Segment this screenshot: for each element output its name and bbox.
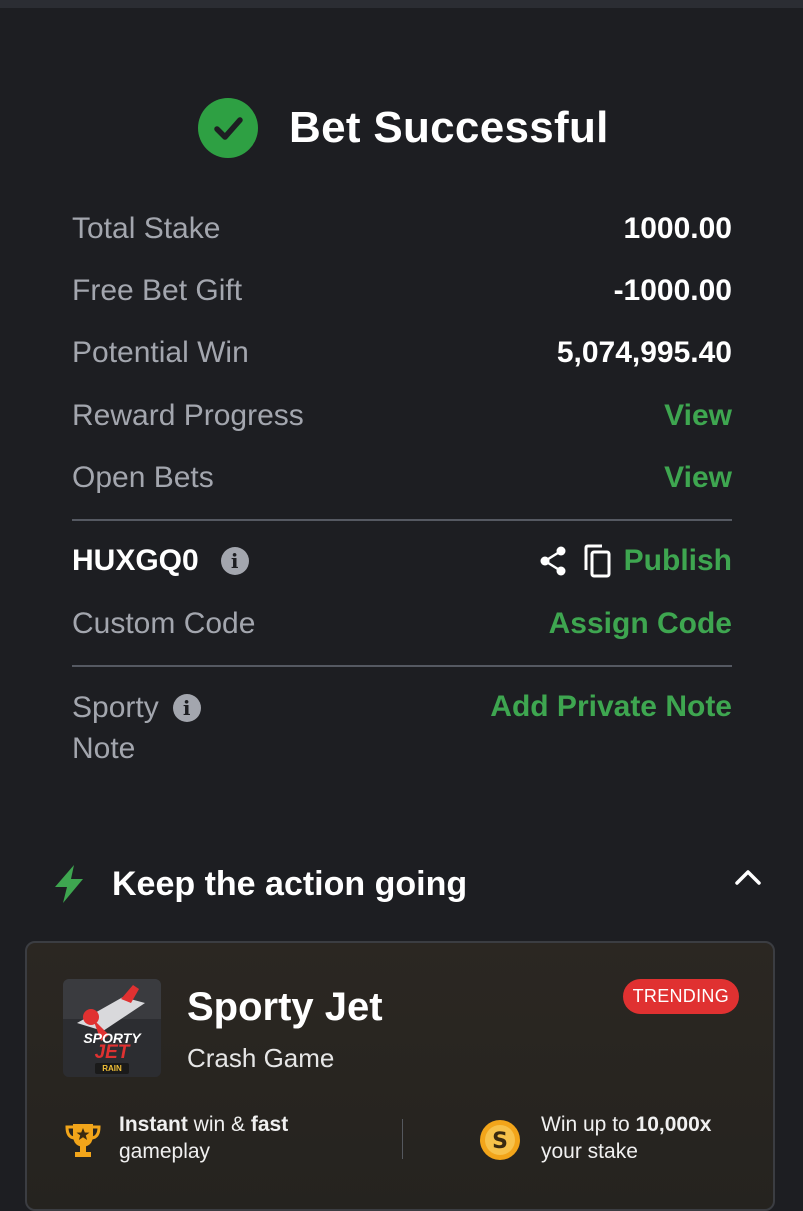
free-bet-row: Free Bet Gift -1000.00 [72, 271, 732, 311]
reward-progress-label: Reward Progress [72, 399, 304, 432]
sporty-note-label-line1: Sporty [72, 691, 159, 724]
total-stake-label: Total Stake [72, 212, 221, 245]
section-title: Keep the action going [112, 864, 468, 903]
publish-button[interactable]: Publish [624, 544, 732, 578]
feature2-text1: Win up to [541, 1113, 636, 1136]
game-name: Sporty Jet [187, 985, 383, 1029]
booking-code-row: HUXGQ0 i Publish [72, 541, 732, 581]
free-bet-label: Free Bet Gift [72, 274, 243, 307]
bet-success-header: Bet Successful [198, 98, 609, 158]
feature-win-multiplier: S Win up to 10,000x your stake [479, 1111, 711, 1165]
open-bets-row: Open Bets View [72, 458, 732, 498]
game-logo-text-main: JET [94, 1042, 130, 1063]
open-bets-view-link[interactable]: View [664, 461, 732, 495]
divider [72, 665, 732, 667]
feature-win-multiplier-text: Win up to 10,000x your stake [541, 1111, 711, 1165]
free-bet-value: -1000.00 [613, 274, 732, 307]
divider [72, 519, 732, 521]
bolt-icon [52, 864, 86, 904]
reward-progress-row: Reward Progress View [72, 396, 732, 436]
game-card[interactable]: SPORTY JET RAIN Sporty Jet Crash Game TR… [25, 941, 775, 1211]
reward-progress-view-link[interactable]: View [664, 399, 732, 433]
game-thumbnail: SPORTY JET RAIN [63, 979, 161, 1077]
check-icon [198, 98, 258, 158]
feature2-bold: 10,000x [635, 1113, 712, 1136]
feature1-bold2: fast [250, 1113, 289, 1136]
feature-instant-win: Instant win & fast gameplay [65, 1111, 288, 1165]
potential-win-value: 5,074,995.40 [556, 336, 732, 369]
top-bar [0, 0, 803, 8]
coin-icon: S [479, 1119, 521, 1161]
total-stake-row: Total Stake 1000.00 [72, 209, 732, 249]
add-private-note-button[interactable]: Add Private Note [490, 690, 732, 724]
total-stake-value: 1000.00 [623, 212, 732, 245]
potential-win-row: Potential Win 5,074,995.40 [72, 333, 732, 373]
custom-code-label: Custom Code [72, 607, 256, 640]
game-type: Crash Game [187, 1043, 335, 1073]
info-icon[interactable]: i [220, 547, 249, 575]
trophy-icon [65, 1121, 101, 1159]
feature-instant-win-text: Instant win & fast gameplay [119, 1111, 288, 1165]
booking-code[interactable]: HUXGQ0 [72, 544, 199, 578]
feature-separator [402, 1119, 403, 1159]
feature1-bold1: Instant [119, 1113, 188, 1136]
chevron-up-icon[interactable] [734, 868, 762, 891]
page-title: Bet Successful [289, 103, 609, 152]
svg-text:S: S [492, 1129, 508, 1154]
open-bets-label: Open Bets [72, 461, 214, 494]
game-logo-rain-badge: RAIN [95, 1063, 129, 1074]
assign-code-button[interactable]: Assign Code [549, 607, 732, 641]
share-icon[interactable] [538, 545, 568, 577]
feature1-text1: win & [187, 1113, 251, 1136]
custom-code-row: Custom Code Assign Code [72, 604, 732, 644]
trending-badge: TRENDING [622, 979, 739, 1014]
feature1-text2: gameplay [119, 1140, 211, 1163]
keep-action-going-header[interactable]: Keep the action going [52, 862, 762, 906]
sporty-note-label-line2: Note [72, 732, 136, 765]
info-icon[interactable]: i [172, 694, 201, 722]
copy-icon[interactable] [582, 544, 612, 578]
potential-win-label: Potential Win [72, 336, 249, 369]
feature2-text2: your stake [541, 1140, 638, 1163]
